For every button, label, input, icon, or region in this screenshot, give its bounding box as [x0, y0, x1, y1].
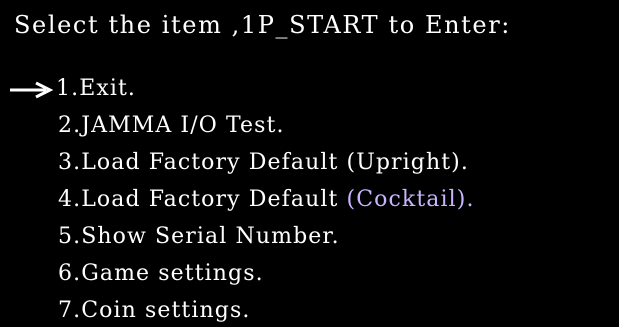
menu-item-load-default-cocktail[interactable]: 4.Load Factory Default (Cocktail).: [58, 184, 475, 216]
menu-item-jamma-io-test[interactable]: 2.JAMMA I/O Test.: [58, 110, 285, 142]
service-menu-screen: Select the item ,1P_START to Enter: 1.Ex…: [0, 0, 619, 323]
menu-item-show-serial-number[interactable]: 5.Show Serial Number.: [58, 221, 340, 253]
menu-item-label: 4.Load Factory Default (Cocktail).: [58, 187, 475, 212]
menu-item-game-settings[interactable]: 6.Game settings.: [58, 258, 264, 290]
menu-instructions: Select the item ,1P_START to Enter:: [14, 11, 511, 39]
arrow-right-icon: [10, 81, 54, 99]
menu-item-coin-settings[interactable]: 7.Coin settings.: [58, 295, 250, 327]
menu-item-exit[interactable]: 1.Exit.: [56, 73, 136, 105]
menu-item-load-default-upright[interactable]: 3.Load Factory Default (Upright).: [58, 147, 469, 179]
